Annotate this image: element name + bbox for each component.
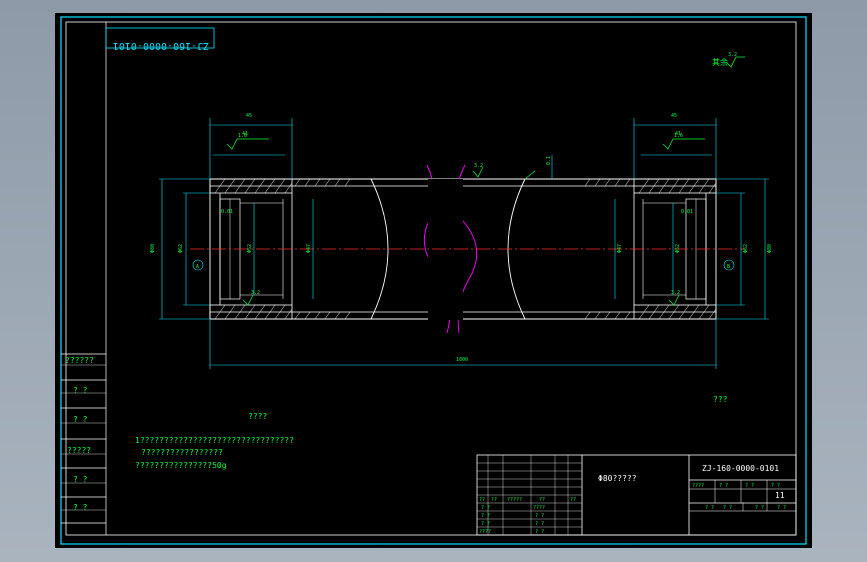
tb-bottom-2: ? ? <box>723 505 732 511</box>
rev-row-3-a: ? ? <box>481 521 490 527</box>
rev-row-2-a: ? ? <box>481 513 490 519</box>
notes-line-1: 1???????????????????????????????? <box>135 436 294 445</box>
rev-row-4-a: ???? <box>479 529 491 535</box>
dim-gap: 0.1 <box>546 156 552 165</box>
rev-row-1-a: ? ? <box>481 505 490 511</box>
notes-line-2: ????????????????? <box>141 448 223 457</box>
drawing-sheet[interactable]: ?????? ? ? ? ? ????? ? ? ? ? ZJ-160-0000… <box>55 13 812 548</box>
rev-hdr-3: ????? <box>507 497 522 503</box>
dim-top-left-a: 45 <box>246 113 252 119</box>
tb-hdr-2: ? ? <box>719 483 728 489</box>
tol-right: 0.01 <box>681 209 693 215</box>
datum-a: A <box>196 264 199 270</box>
notes-title: ???? <box>248 412 267 421</box>
tol-left: 0.01 <box>221 209 233 215</box>
code-box: ZJ-160-0000-0101 <box>105 27 215 51</box>
tb-bottom-1: ? ? <box>705 505 714 511</box>
rev-hdr-5: ?? <box>570 497 576 503</box>
cad-viewport[interactable]: ?????? ? ? ? ? ????? ? ? ? ? ZJ-160-0000… <box>0 0 867 562</box>
notes-mark-right: ??? <box>713 395 728 404</box>
tb-hdr-4: ? ? <box>771 483 780 489</box>
rough-inner-left: 3.2 <box>251 290 260 296</box>
tb-hdr-3: ? ? <box>745 483 754 489</box>
roughness-general: 其余 3.2 <box>712 52 745 68</box>
strip-cell-3: ? ? <box>73 415 88 424</box>
tb-bottom-3: ? ? <box>755 505 764 511</box>
strip-cell-5: ? ? <box>73 475 88 484</box>
drawing-number: ZJ-160-0000-0101 <box>702 464 779 473</box>
tb-qty: 11 <box>775 491 785 500</box>
tech-notes: ???? 1???????????????????????????????? ?… <box>135 395 728 470</box>
rev-hdr-2: ?? <box>491 497 497 503</box>
rough-inner-right: 3.2 <box>671 290 680 296</box>
material-label: Φ80????? <box>598 474 637 483</box>
dim-right-seat: Φ47 <box>617 244 623 253</box>
roller-section <box>190 164 745 334</box>
dim-overall-length: 1000 <box>456 357 468 363</box>
rev-hdr-1: ?? <box>479 497 485 503</box>
roughness-marks <box>226 138 705 306</box>
rev-row-4-b: ? ? <box>535 529 544 535</box>
roughness-top-value: 3.2 <box>728 52 737 58</box>
rev-row-1-b: ???? <box>533 505 545 511</box>
strip-cell-4: ????? <box>67 446 91 455</box>
dimensions <box>159 118 769 369</box>
strip-cell-2: ? ? <box>73 386 88 395</box>
tb-hdr-1: ???? <box>692 483 704 489</box>
drawing-canvas[interactable]: ?????? ? ? ? ? ????? ? ? ? ? ZJ-160-0000… <box>55 13 812 548</box>
datum-b: B <box>727 264 730 270</box>
dim-right-outer: Φ80 <box>767 244 773 253</box>
dim-right-inner: Φ52 <box>675 244 681 253</box>
roughness-label: 其余 <box>712 57 728 67</box>
rough-mid-value: 3.2 <box>474 163 483 169</box>
strip-cell-1: ?????? <box>65 356 94 365</box>
dim-right-bore: Φ62 <box>743 244 749 253</box>
dim-left-bore: Φ62 <box>178 244 184 253</box>
rev-row-3-b: ? ? <box>535 521 544 527</box>
notes-line-3: ????????????????50g <box>135 461 227 470</box>
dim-left-inner: Φ52 <box>247 244 253 253</box>
rough-seat-right: 1.6 <box>674 133 683 139</box>
code-mirrored: ZJ-160-0000-0101 <box>113 40 209 51</box>
dim-left-outer: Φ80 <box>150 244 156 253</box>
left-strip: ?????? ? ? ? ? ????? ? ? ? ? <box>61 22 107 535</box>
rev-hdr-4: ?? <box>539 497 545 503</box>
title-block: Φ80????? ZJ-160-0000-0101 ???? ? ? ? ? ?… <box>476 454 797 536</box>
dim-top-right-a: 45 <box>671 113 677 119</box>
dim-left-seat: Φ47 <box>306 244 312 253</box>
strip-cell-6: ? ? <box>73 503 88 512</box>
rough-seat-left: 1.6 <box>238 133 247 139</box>
tb-bottom-4: ? ? <box>777 505 786 511</box>
rev-row-2-b: ? ? <box>535 513 544 519</box>
